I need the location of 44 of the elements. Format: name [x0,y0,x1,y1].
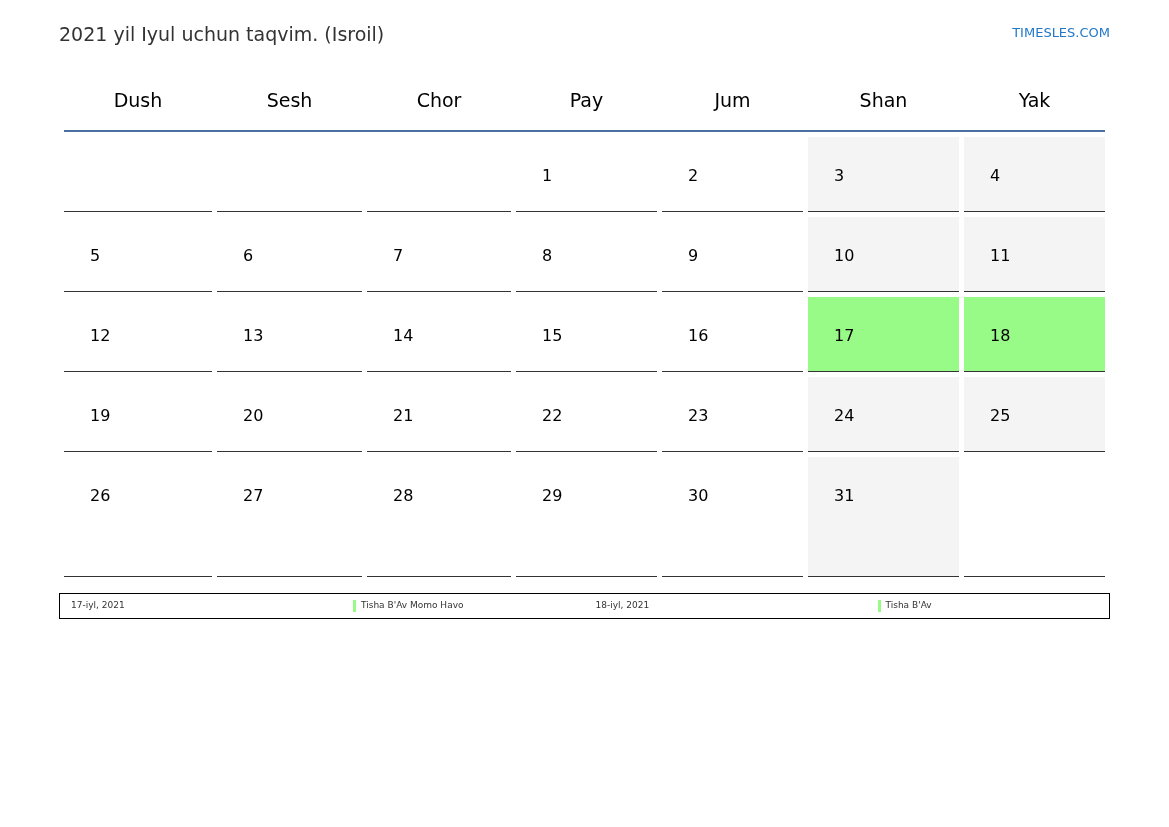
day-number: 16 [688,326,709,345]
day-number: 19 [90,406,111,425]
weekday-header: Yak [1018,87,1051,113]
day-number: 28 [393,486,414,505]
day-number: 3 [834,166,845,185]
day-number: 1 [542,166,553,185]
weekday-header: Shan [859,87,908,113]
holiday-name: Tisha B'Av [885,599,932,613]
day-number: 23 [688,406,709,425]
day-number: 21 [393,406,414,425]
holiday-name: Tisha B'Av Momo Havo [361,599,464,613]
weekday-header: Pay [569,87,604,113]
holiday-date: 18-iyl, 2021 [595,599,651,613]
day-number: 29 [542,486,563,505]
day-number: 24 [834,406,855,425]
day-number: 30 [688,486,709,505]
day-number: 14 [393,326,414,345]
site-link[interactable]: TIMESLES.COM [1012,20,1110,43]
day-number: 22 [542,406,563,425]
day-number: 5 [90,246,101,265]
weekday-header: Chor [416,87,462,113]
day-number: 17 [834,326,855,345]
day-number: 10 [834,246,855,265]
day-number: 7 [393,246,404,265]
weekday-header: Sesh [266,87,313,113]
weekday-header: Jum [714,87,751,113]
holiday-date: 17-iyl, 2021 [71,599,126,613]
day-number: 18 [990,326,1011,345]
day-number: 12 [90,326,111,345]
day-number: 8 [542,246,553,265]
day-number: 27 [243,486,264,505]
page-title: 2021 yil Iyul uchun taqvim. (Isroil) [59,22,385,47]
day-number: 20 [243,406,264,425]
weekday-header: Dush [113,87,163,113]
day-number: 6 [243,246,254,265]
day-number: 26 [90,486,111,505]
day-number: 2 [688,166,699,185]
day-number: 13 [243,326,264,345]
day-number: 11 [990,246,1011,265]
day-number: 31 [834,486,855,505]
day-number: 25 [990,406,1011,425]
day-number: 9 [688,246,699,265]
day-number: 4 [990,166,1001,185]
day-number: 15 [542,326,563,345]
